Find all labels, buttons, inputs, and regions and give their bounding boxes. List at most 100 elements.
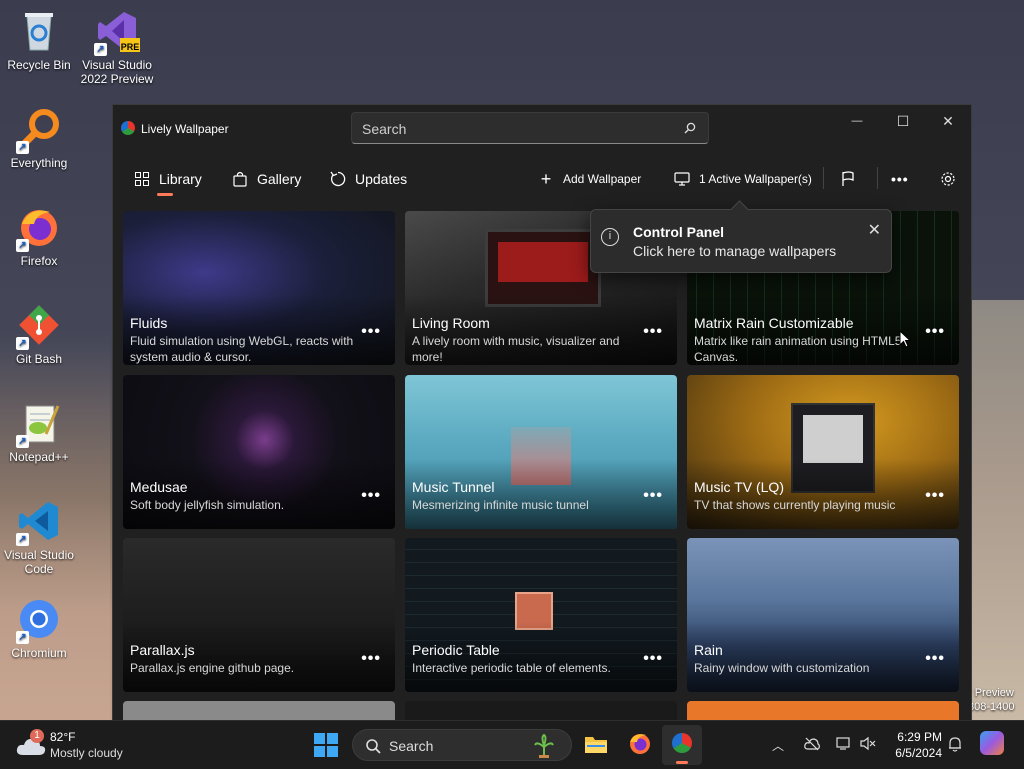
desktop-icon-notepad-plus-plus[interactable]: ↗ Notepad++ <box>1 400 77 464</box>
info-icon: i <box>601 228 619 246</box>
start-button[interactable] <box>314 733 338 762</box>
more-options-button[interactable]: ••• <box>891 169 909 189</box>
wallpaper-card-medusae[interactable]: Medusae Soft body jellyfish simulation. … <box>123 375 395 529</box>
desktop-icon-vscode[interactable]: ↗ Visual Studio Code <box>1 498 77 576</box>
network-icon[interactable] <box>836 736 852 751</box>
wallpaper-card-rain[interactable]: Rain Rainy window with customization ••• <box>687 538 959 692</box>
active-app-indicator <box>676 761 688 764</box>
teaching-tip-subtitle: Click here to manage wallpapers <box>633 243 837 259</box>
notepad-plus-plus-icon: ↗ <box>16 400 62 448</box>
firefox-icon: ↗ <box>16 204 62 252</box>
card-title: Periodic Table <box>412 642 500 658</box>
active-wallpapers-button[interactable]: 1 Active Wallpaper(s) <box>673 169 812 189</box>
lively-wallpaper-window: Lively Wallpaper — ☐ ✕ Library Gallery U… <box>112 104 972 722</box>
grid-icon <box>133 170 151 188</box>
wallpaper-card-partial[interactable] <box>687 701 959 721</box>
search-icon <box>366 739 381 754</box>
search-box[interactable] <box>351 112 709 145</box>
card-more-button[interactable]: ••• <box>643 650 663 668</box>
teaching-tip-title: Control Panel <box>633 224 725 240</box>
card-description: A lively room with music, visualizer and… <box>412 334 620 364</box>
pre-badge: PRE <box>120 42 140 52</box>
close-icon[interactable]: ✕ <box>868 220 881 240</box>
notification-bell-icon[interactable] <box>948 736 962 752</box>
desktop-icon-firefox[interactable]: ↗ Firefox <box>1 204 77 268</box>
tab-library-label: Library <box>159 171 202 187</box>
card-more-button[interactable]: ••• <box>925 650 945 668</box>
desktop-icon-label: Everything <box>10 156 68 170</box>
wallpaper-card-music-tv[interactable]: Music TV (LQ) TV that shows currently pl… <box>687 375 959 529</box>
add-wallpaper-button[interactable]: + Add Wallpaper <box>539 168 642 189</box>
minimize-icon: — <box>851 115 863 127</box>
desktop-icon-chromium[interactable]: ↗ Chromium <box>1 596 77 660</box>
nav-separator <box>877 167 878 189</box>
title-bar[interactable]: Lively Wallpaper — ☐ ✕ <box>113 105 971 153</box>
taskbar-search-label: Search <box>389 738 434 754</box>
search-highlight-plant-icon <box>534 733 554 758</box>
desktop-icon-recycle-bin[interactable]: Recycle Bin <box>1 8 77 72</box>
chevron-up-icon[interactable]: ︿ <box>772 737 784 754</box>
close-icon: ✕ <box>942 112 954 129</box>
card-more-button[interactable]: ••• <box>361 487 381 505</box>
windows-logo-icon <box>314 733 338 757</box>
search-icon[interactable] <box>684 122 696 134</box>
volume-muted-icon[interactable] <box>860 736 876 751</box>
wallpaper-card-fluids[interactable]: Fluids Fluid simulation using WebGL, rea… <box>123 211 395 365</box>
wallpaper-card-partial[interactable] <box>123 701 395 721</box>
card-more-button[interactable]: ••• <box>361 323 381 341</box>
weather-widget[interactable]: 1 82°F Mostly cloudy <box>14 729 154 763</box>
watermark-line1: r Preview <box>968 687 1014 699</box>
desktop-watermark-text: r Preview 308-1400 <box>968 686 1015 714</box>
settings-button[interactable] <box>939 169 965 189</box>
cloud-sync-off-icon[interactable] <box>804 737 820 751</box>
tab-updates[interactable]: Updates <box>329 169 407 189</box>
clock-time: 6:29 PM <box>897 730 942 744</box>
minimize-button[interactable]: — <box>834 105 880 137</box>
lively-wallpaper-taskbar-button[interactable] <box>662 725 702 765</box>
desktop-icon-label: Recycle Bin <box>7 58 71 72</box>
wallpaper-card-partial[interactable] <box>405 701 677 721</box>
card-title: Music TV (LQ) <box>694 479 784 495</box>
search-input[interactable] <box>352 113 684 145</box>
card-more-button[interactable]: ••• <box>925 487 945 505</box>
card-title: Music Tunnel <box>412 479 495 495</box>
plus-icon: + <box>540 168 552 189</box>
taskbar: 1 82°F Mostly cloudy Search ︿ 6:29 PM 6/… <box>0 720 1024 769</box>
file-explorer-taskbar-button[interactable] <box>584 733 608 760</box>
desktop-background-right <box>970 300 1024 720</box>
close-button[interactable]: ✕ <box>925 105 971 137</box>
card-shade <box>687 622 959 692</box>
card-title: Rain <box>694 642 723 658</box>
visual-studio-icon: PRE ↗ <box>94 8 140 56</box>
desktop-icon-everything[interactable]: ↗ Everything <box>1 106 77 170</box>
wallpaper-card-periodic-table[interactable]: Periodic Table Interactive periodic tabl… <box>405 538 677 692</box>
clock-date: 6/5/2024 <box>895 746 942 760</box>
card-description: Mesmerizing infinite music tunnel <box>412 498 589 512</box>
screensaver-button[interactable] <box>839 169 865 189</box>
desktop-icon-visual-studio-preview[interactable]: PRE ↗ Visual Studio 2022 Preview <box>79 8 155 86</box>
card-more-button[interactable]: ••• <box>643 323 663 341</box>
tab-gallery[interactable]: Gallery <box>231 169 301 189</box>
lively-logo-icon <box>121 121 135 135</box>
card-more-button[interactable]: ••• <box>361 650 381 668</box>
maximize-button[interactable]: ☐ <box>880 105 926 137</box>
wallpaper-card-music-tunnel[interactable]: Music Tunnel Mesmerizing infinite music … <box>405 375 677 529</box>
firefox-taskbar-button[interactable] <box>628 731 652 760</box>
desktop-icon-git-bash[interactable]: ↗ Git Bash <box>1 302 77 366</box>
mouse-cursor-icon <box>899 330 911 348</box>
taskbar-search[interactable]: Search <box>352 729 572 761</box>
firefox-icon <box>630 734 650 754</box>
card-more-button[interactable]: ••• <box>925 323 945 341</box>
flag-icon <box>839 170 857 188</box>
copilot-icon[interactable] <box>980 731 1004 755</box>
git-bash-icon: ↗ <box>16 302 62 350</box>
wallpaper-card-parallax[interactable]: Parallax.js Parallax.js engine github pa… <box>123 538 395 692</box>
clock[interactable]: 6:29 PM 6/5/2024 <box>886 729 942 761</box>
desktop-icon-label: Visual Studio <box>4 548 74 562</box>
shortcut-arrow-icon: ↗ <box>16 239 29 252</box>
card-more-button[interactable]: ••• <box>643 487 663 505</box>
tab-library[interactable]: Library <box>133 169 202 189</box>
control-panel-teaching-tip[interactable]: i Control Panel Click here to manage wal… <box>590 209 892 273</box>
window-title: Lively Wallpaper <box>141 122 229 136</box>
gear-icon <box>939 170 957 188</box>
